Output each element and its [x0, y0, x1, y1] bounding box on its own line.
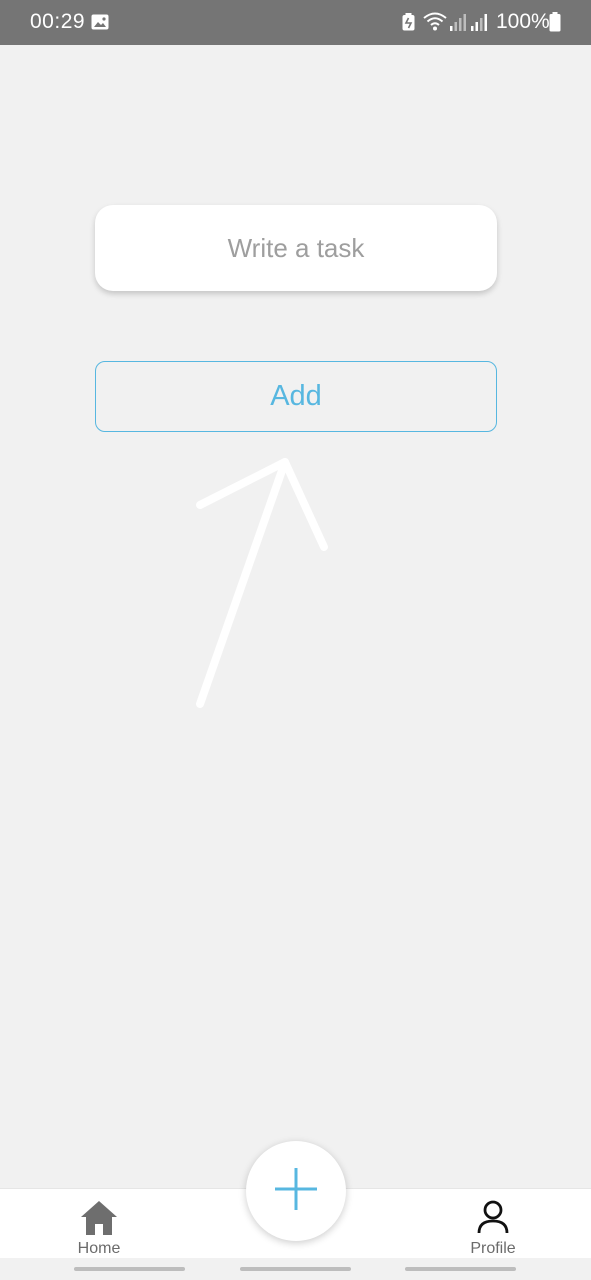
signal-icon: [470, 13, 488, 36]
person-icon: [477, 1200, 509, 1239]
task-input[interactable]: [95, 205, 497, 291]
home-icon: [80, 1200, 118, 1241]
nav-home[interactable]: Home: [68, 1195, 130, 1257]
status-time: 00:29: [30, 10, 86, 33]
nav-home-label: Home: [77, 1240, 121, 1257]
gallery-icon: [91, 14, 109, 35]
gesture-pill: [405, 1267, 516, 1271]
arrow-annotation: [196, 458, 328, 708]
system-gesture-bar: [0, 1258, 591, 1280]
gesture-pill: [240, 1267, 351, 1271]
nav-profile-label: Profile: [470, 1240, 516, 1257]
add-button[interactable]: Add: [95, 361, 497, 432]
battery-percent: 100%: [496, 10, 550, 33]
signal-icon: [449, 13, 467, 36]
status-bar: 00:29 100%: [0, 0, 591, 45]
fab-add-task[interactable]: [246, 1141, 346, 1241]
task-input-card: [95, 205, 497, 291]
battery-saver-icon: [402, 13, 415, 36]
wifi-icon: [423, 12, 447, 37]
nav-profile[interactable]: Profile: [460, 1195, 526, 1257]
gesture-pill: [74, 1267, 185, 1271]
battery-icon: [549, 12, 561, 37]
plus-icon: [273, 1166, 319, 1217]
